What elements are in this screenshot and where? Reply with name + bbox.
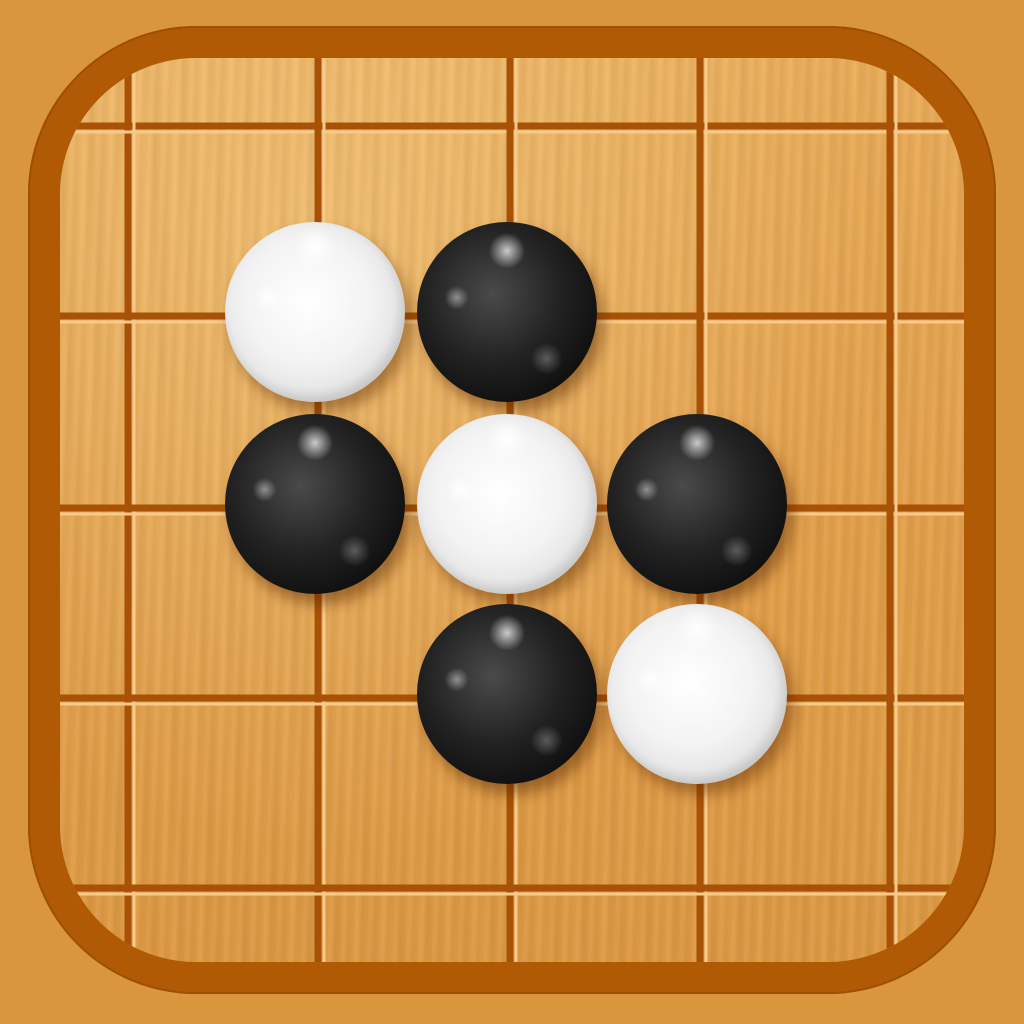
app-icon (0, 0, 1024, 1024)
black-stone (225, 414, 405, 594)
black-stone (417, 222, 597, 402)
white-stone (607, 604, 787, 784)
black-stone (607, 414, 787, 594)
game-board (60, 58, 964, 962)
white-stone (225, 222, 405, 402)
white-stone (417, 414, 597, 594)
black-stone (417, 604, 597, 784)
